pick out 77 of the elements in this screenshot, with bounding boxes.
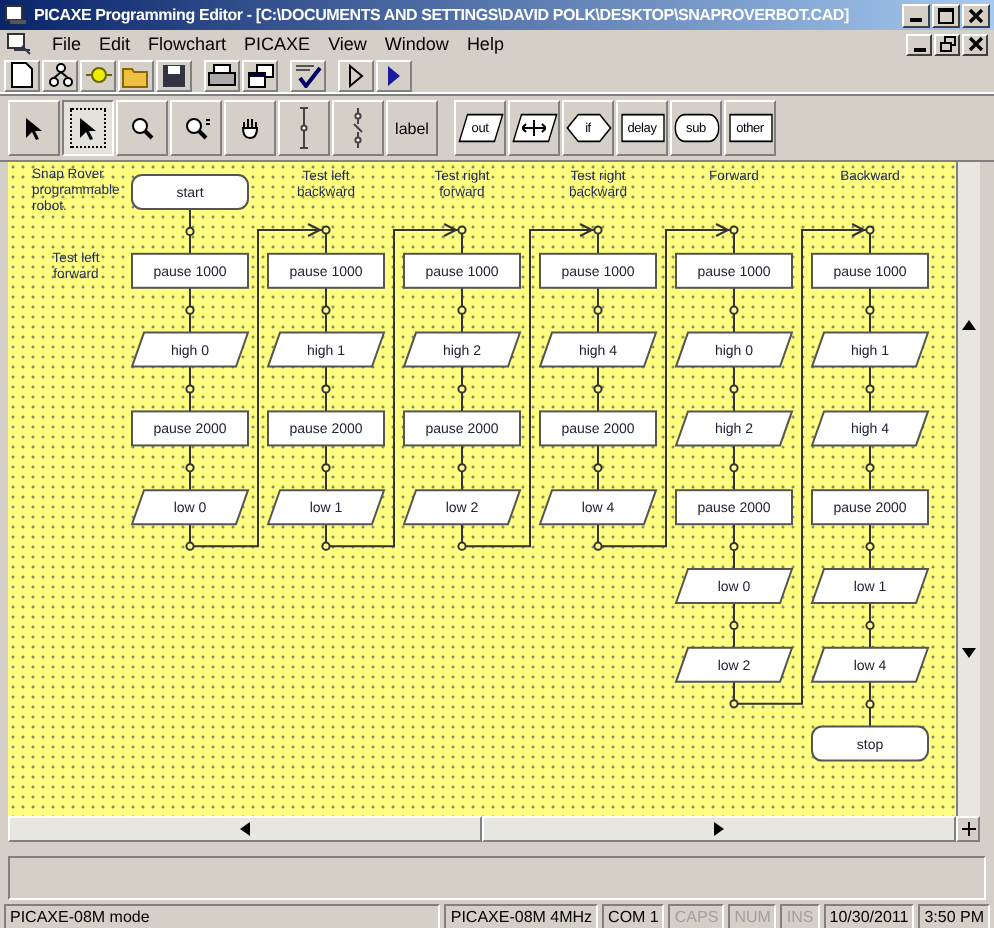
menu-item[interactable]: File [52,34,82,54]
split-icon [961,822,975,836]
vertical-line-icon [296,106,312,150]
maximize-button[interactable] [932,3,960,27]
up-arrow-icon [962,320,976,331]
rectangle-icon [728,112,774,144]
open-button[interactable] [118,59,154,91]
pointer-icon [24,115,44,141]
minimize-button[interactable] [906,33,932,55]
printer-icon [208,63,236,87]
split-button[interactable] [956,816,980,842]
run-button[interactable] [338,59,374,91]
status-panel: 10/30/2011 [823,904,915,928]
close-button[interactable] [962,3,990,27]
select-tool[interactable] [62,100,114,156]
broken-line-icon [350,106,366,150]
hand-icon [240,116,260,140]
save-button[interactable] [156,59,192,91]
restore-icon [939,36,955,52]
tree-button[interactable] [42,59,78,91]
down-arrow-icon [962,647,976,658]
pan-tool[interactable] [224,100,276,156]
check-mark-icon [294,62,322,88]
menu-item[interactable]: PICAXE [244,34,311,54]
folder-icon [122,63,150,87]
magnifier-icon [130,116,154,140]
chip-button[interactable] [80,59,116,91]
print-button[interactable] [204,59,240,91]
pointer-icon [78,115,98,141]
status-panel: 3:50 PM [918,904,990,928]
status-panel: COM 1 [602,904,665,928]
windows-icon [247,63,273,87]
menu-item[interactable]: View [328,34,367,54]
close-icon [968,7,984,23]
maximize-icon [938,7,954,23]
zoom-tool[interactable] [116,100,168,156]
menu-item[interactable]: Flowchart [148,34,227,54]
minimize-button[interactable] [902,3,930,27]
menu-item[interactable]: Edit [99,34,131,54]
zoom-area-tool[interactable] [170,100,222,156]
app-icon [4,4,28,26]
output-tool[interactable] [508,100,560,156]
parallelogram-icon [512,112,558,144]
diamond-icon [566,112,612,144]
tree-icon [47,62,73,88]
document-icon [6,32,34,56]
status-panel: PICAXE-08M mode [4,904,441,928]
cross-arrows-icon [522,118,546,138]
right-arrow-icon [714,822,724,836]
chip-icon [85,62,111,88]
window-title: PICAXE Programming Editor - [C:\DOCUMENTS AND SETTINGS\DAVID POLK\DESKTOP\SNAPROVERBOT.CAD] [34,6,849,24]
left-arrow-icon [240,822,250,836]
menu-item[interactable]: Help [466,34,504,54]
line-tool[interactable] [278,100,330,156]
parallelogram-icon [458,112,504,144]
minimize-icon [913,47,925,51]
label-tool[interactable]: label [386,100,438,156]
minimize-icon [910,18,922,22]
blank-page-icon [10,62,34,88]
break-line-tool[interactable] [332,100,384,156]
close-button[interactable] [962,33,988,55]
windows-button[interactable] [242,59,278,91]
horizontal-scrollbar[interactable] [8,816,956,842]
menu-item[interactable]: Window [384,34,449,54]
close-icon [967,36,983,52]
rounded-rectangle-icon [674,112,720,144]
pointer-tool[interactable] [8,100,60,156]
play-icon [384,63,404,87]
rectangle-icon [620,112,666,144]
spellcheck-button[interactable] [290,59,326,91]
vertical-scrollbar[interactable] [956,162,980,816]
step-button[interactable] [376,59,412,91]
new-file-button[interactable] [4,59,40,91]
restore-button[interactable] [934,33,960,55]
play-icon [346,63,366,87]
magnifier-icon [183,116,209,140]
status-panel: PICAXE-08M 4MHz [444,904,599,928]
